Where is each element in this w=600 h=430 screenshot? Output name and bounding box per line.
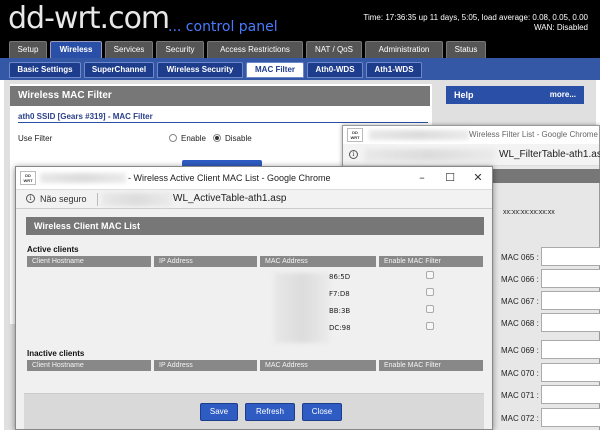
- mac-row-label: MAC 065 :: [501, 253, 539, 262]
- tab-setup[interactable]: Setup: [9, 41, 47, 58]
- tab-access-restrictions[interactable]: Access Restrictions: [207, 41, 303, 58]
- minimize-icon[interactable]: –: [408, 167, 436, 189]
- mac-input[interactable]: [541, 363, 600, 382]
- mac-address: F7:D8: [329, 290, 350, 298]
- active-client-content: Wireless Client MAC List Active clients …: [16, 209, 492, 429]
- mac-address: 86:5D: [329, 273, 351, 281]
- mac-address: DC:98: [329, 324, 351, 332]
- control-panel-logo: ... control panel: [168, 19, 278, 35]
- mac-input[interactable]: [541, 313, 600, 332]
- uptime-text: Time: 17:36:35 up 11 days, 5:05, load av…: [363, 13, 588, 22]
- disable-radio-label: Disable: [225, 134, 252, 143]
- mac-row-label: MAC 072 :: [501, 414, 539, 423]
- enable-radio[interactable]: [169, 134, 177, 142]
- filter-list-url[interactable]: WL_FilterTable-ath1.asp: [499, 149, 600, 160]
- blurred-url: [365, 149, 495, 161]
- help-more-link[interactable]: more...: [550, 86, 576, 104]
- blurred-title: [40, 173, 126, 183]
- filter-list-address-bar: i WL_FilterTable-ath1.asp: [343, 144, 600, 166]
- tab-security[interactable]: Security: [156, 41, 204, 58]
- use-filter-label: Use Filter: [18, 134, 53, 143]
- blurred-url: [102, 193, 172, 206]
- filter-list-title: Wireless Filter List - Google Chrome: [469, 130, 598, 139]
- mac-filter-title: Wireless MAC Filter: [10, 86, 430, 106]
- mac-filter-checkbox[interactable]: [426, 305, 434, 313]
- active-client-url[interactable]: WL_ActiveTable-ath1.asp: [173, 193, 286, 204]
- help-title-text: Help: [454, 90, 474, 100]
- subtab-mac-filter[interactable]: MAC Filter: [246, 62, 304, 78]
- help-panel-title: Help more...: [446, 86, 584, 104]
- subtab-ath0-wds[interactable]: Ath0-WDS: [307, 62, 363, 78]
- info-icon[interactable]: i: [26, 194, 35, 203]
- column-header-enable-filter: Enable MAC Filter: [379, 360, 483, 371]
- ddwrt-favicon: DD WRT: [347, 128, 363, 142]
- column-header-hostname: Client Hostname: [27, 256, 151, 267]
- header: dd-wrt.com ... control panel Time: 17:36…: [0, 0, 600, 40]
- mac-filter-checkbox[interactable]: [426, 288, 434, 296]
- mac-input[interactable]: [541, 269, 600, 288]
- subtab-basic-settings[interactable]: Basic Settings: [9, 62, 81, 78]
- refresh-button[interactable]: Refresh: [245, 403, 295, 421]
- wan-status: WAN: Disabled: [534, 23, 588, 32]
- tab-status[interactable]: Status: [446, 41, 486, 58]
- button-bar: Save Refresh Close: [24, 393, 484, 429]
- sub-tabs: Basic Settings SuperChannel Wireless Sec…: [0, 58, 600, 80]
- column-header-ip: IP Address: [154, 256, 257, 267]
- mac-input[interactable]: [541, 340, 600, 359]
- subtab-superchannel[interactable]: SuperChannel: [84, 62, 154, 78]
- close-icon[interactable]: ✕: [464, 167, 492, 189]
- mac-filter-checkbox[interactable]: [426, 322, 434, 330]
- filter-list-header-bar: [493, 169, 600, 183]
- active-client-address-bar: i Não seguro WL_ActiveTable-ath1.asp: [16, 189, 492, 209]
- column-header-mac: MAC Address: [260, 256, 376, 267]
- mac-filter-checkbox[interactable]: [426, 271, 434, 279]
- blurred-title: [369, 130, 469, 140]
- ddwrt-favicon: DD WRT: [20, 171, 36, 185]
- mac-row-label: MAC 066 :: [501, 275, 539, 284]
- inactive-clients-label: Inactive clients: [27, 349, 85, 358]
- mac-input[interactable]: [541, 385, 600, 404]
- tab-services[interactable]: Services: [105, 41, 153, 58]
- client-list-title: Wireless Client MAC List: [26, 217, 484, 235]
- mac-input[interactable]: [541, 291, 600, 310]
- maximize-icon[interactable]: ☐: [436, 167, 464, 189]
- mac-input[interactable]: [541, 247, 600, 266]
- disable-radio[interactable]: [213, 134, 221, 142]
- column-header-ip: IP Address: [154, 360, 257, 371]
- column-header-hostname: Client Hostname: [27, 360, 151, 371]
- tab-administration[interactable]: Administration: [365, 41, 443, 58]
- save-button[interactable]: Save: [200, 403, 238, 421]
- active-client-titlebar: DD WRT - Wireless Active Client MAC List…: [16, 167, 492, 189]
- filter-list-titlebar: DD WRT Wireless Filter List - Google Chr…: [343, 126, 599, 144]
- column-header-enable-filter: Enable MAC Filter: [379, 256, 483, 267]
- ddwrt-logo: dd-wrt.com: [8, 1, 170, 36]
- close-button[interactable]: Close: [302, 403, 342, 421]
- mac-row-label: MAC 068 :: [501, 319, 539, 328]
- tab-wireless[interactable]: Wireless: [50, 41, 102, 58]
- active-clients-label: Active clients: [27, 245, 79, 254]
- mac-format-hint: xx:xx:xx:xx:xx:xx: [503, 209, 555, 216]
- enable-radio-label: Enable: [181, 134, 206, 143]
- mac-input[interactable]: [541, 408, 600, 427]
- ssid-heading: ath0 SSID [Gears #319] - MAC Filter: [18, 112, 153, 121]
- address-divider: [97, 193, 98, 206]
- blurred-mac-prefixes: [274, 273, 330, 343]
- tab-nat-qos[interactable]: NAT / QoS: [306, 41, 362, 58]
- subtab-wireless-security[interactable]: Wireless Security: [157, 62, 243, 78]
- info-icon[interactable]: i: [349, 150, 358, 159]
- mac-row-label: MAC 067 :: [501, 297, 539, 306]
- mac-row-label: MAC 070 :: [501, 369, 539, 378]
- column-header-mac: MAC Address: [260, 360, 376, 371]
- ssid-divider: [18, 122, 428, 123]
- mac-row-label: MAC 071 :: [501, 391, 539, 400]
- active-client-window: DD WRT - Wireless Active Client MAC List…: [15, 166, 493, 430]
- main-tabs: Setup Wireless Services Security Access …: [0, 40, 600, 58]
- mac-row-label: MAC 069 :: [501, 346, 539, 355]
- router-status: Time: 17:36:35 up 11 days, 5:05, load av…: [363, 13, 588, 33]
- subtab-ath1-wds[interactable]: Ath1-WDS: [366, 62, 422, 78]
- mac-address: BB:3B: [329, 307, 351, 315]
- not-secure-label[interactable]: Não seguro: [40, 194, 87, 204]
